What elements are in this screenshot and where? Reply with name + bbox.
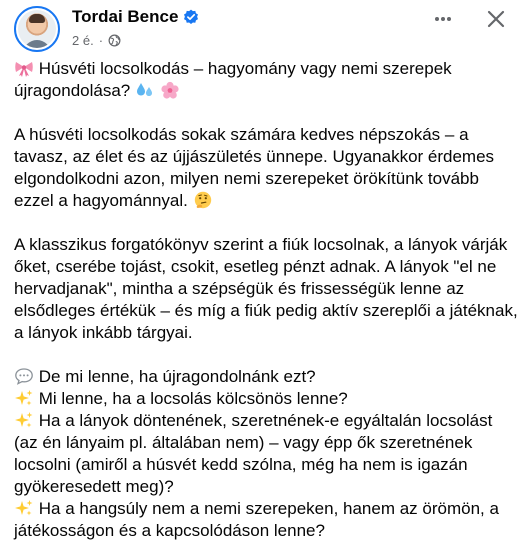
post-intro-text: A húsvéti locsolkodás sokak számára kedv… xyxy=(14,125,495,210)
speech-bubble-emoji xyxy=(15,368,33,385)
post-meta: 2 é. · xyxy=(72,33,121,48)
post-paragraph-scenario: A klasszikus forgatókönyv szerint a fiúk… xyxy=(14,234,519,344)
close-icon xyxy=(487,10,505,28)
question-text-3: Ha a lányok döntenének, szeretnének-e eg… xyxy=(14,411,493,496)
close-button[interactable] xyxy=(479,2,513,36)
post-scenario-text: A klasszikus forgatókönyv szerint a fiúk… xyxy=(14,235,518,342)
sweat-droplets-emoji xyxy=(137,83,152,96)
sparkles-emoji xyxy=(15,500,33,516)
post-timestamp[interactable]: 2 é. xyxy=(72,33,94,48)
author-name[interactable]: Tordai Bence xyxy=(72,7,178,27)
more-options-button[interactable] xyxy=(426,2,460,36)
sparkles-emoji xyxy=(15,390,33,406)
question-line-2: Mi lenne, ha a locsolás kölcsönös lenne? xyxy=(14,388,519,410)
post-title-text: Húsvéti locsolkodás – hagyomány vagy nem… xyxy=(14,59,452,100)
post-paragraph-intro: A húsvéti locsolkodás sokak számára kedv… xyxy=(14,124,519,212)
blossom-emoji xyxy=(161,81,179,99)
sparkles-emoji xyxy=(15,412,33,428)
profile-photo xyxy=(18,10,56,48)
post-header: Tordai Bence 2 é. · xyxy=(0,0,523,64)
post-body: Húsvéti locsolkodás – hagyomány vagy nem… xyxy=(14,58,519,542)
post-paragraph-title: Húsvéti locsolkodás – hagyomány vagy nem… xyxy=(14,58,519,102)
thinking-face-emoji xyxy=(194,191,211,209)
post-paragraph-questions: De mi lenne, ha újragondolnánk ezt? Mi l… xyxy=(14,366,519,542)
globe-icon[interactable] xyxy=(108,34,121,47)
meta-separator: · xyxy=(98,33,104,48)
question-text-2: Mi lenne, ha a locsolás kölcsönös lenne? xyxy=(38,389,348,408)
question-text-4: Ha a hangsúly nem a nemi szerepeken, han… xyxy=(14,499,499,540)
question-line-3: Ha a lányok döntenének, szeretnének-e eg… xyxy=(14,410,519,498)
question-line-1: De mi lenne, ha újragondolnánk ezt? xyxy=(14,366,519,388)
more-options-icon xyxy=(435,17,451,21)
question-text-1: De mi lenne, ha újragondolnánk ezt? xyxy=(38,367,316,386)
author-row: Tordai Bence xyxy=(72,7,199,27)
ribbon-emoji xyxy=(15,62,33,77)
avatar[interactable] xyxy=(14,6,60,52)
verified-badge-icon xyxy=(184,9,199,24)
question-line-4: Ha a hangsúly nem a nemi szerepeken, han… xyxy=(14,498,519,542)
